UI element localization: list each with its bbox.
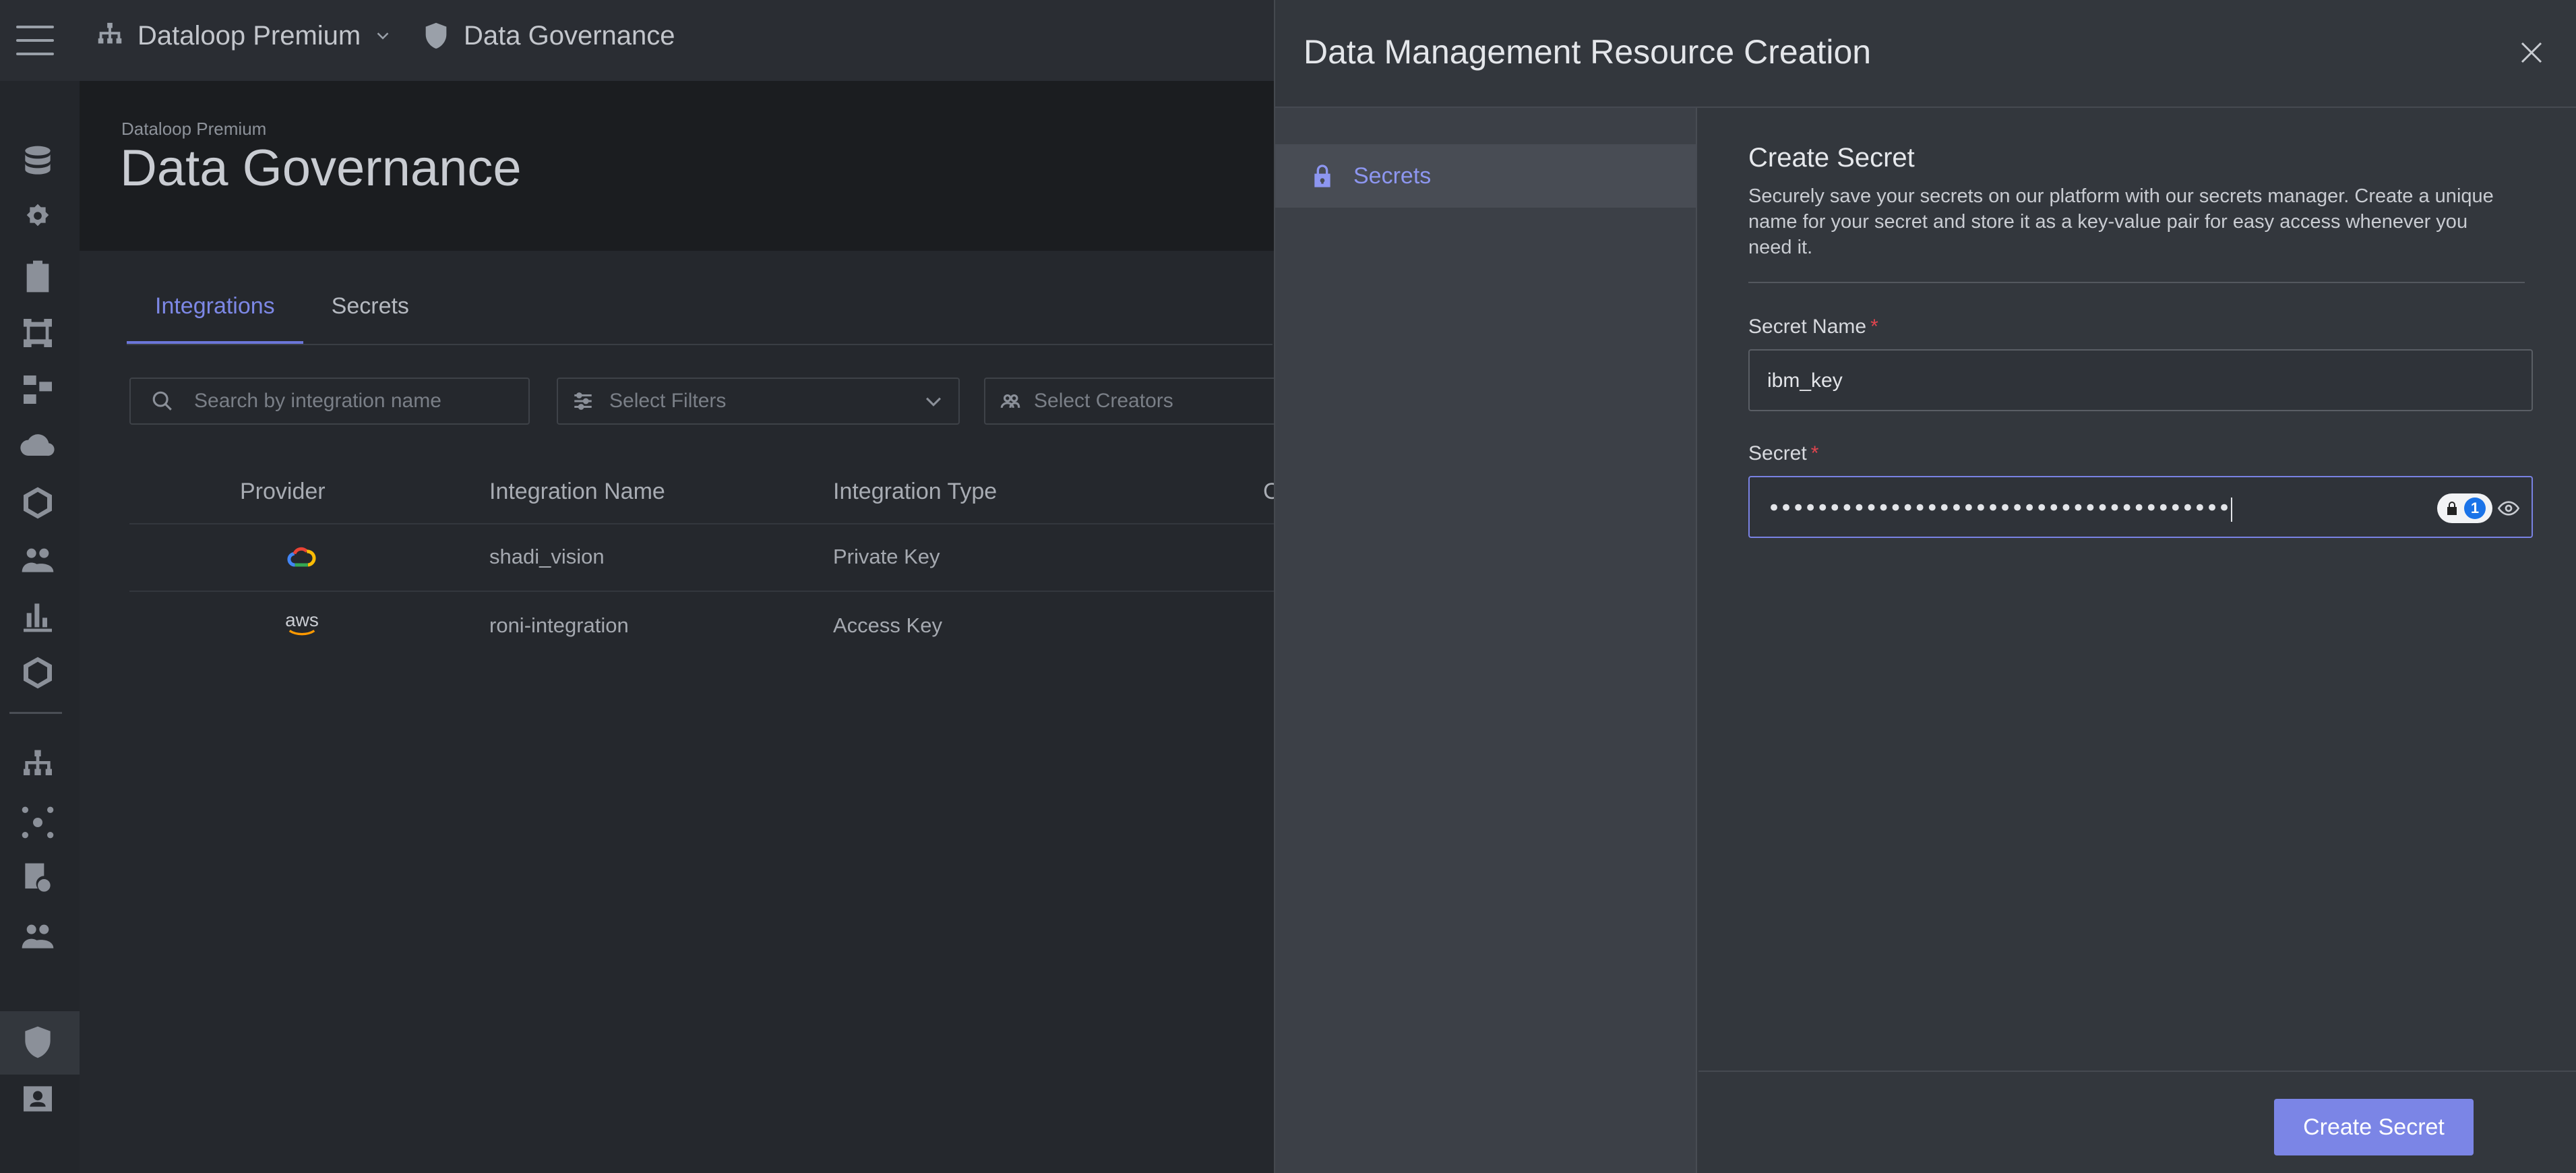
tab-secrets[interactable]: Secrets [303,290,437,344]
sidebar-item-secrets[interactable]: Secrets [1275,144,1697,208]
page-breadcrumb: Dataloop Premium [121,119,267,139]
col-header-integration-name: Integration Name [489,479,665,504]
profile-icon[interactable] [18,1079,58,1119]
members-icon[interactable] [18,915,58,956]
table-divider [129,523,1275,524]
aws-logo-text: aws [285,609,319,630]
row-divider [129,591,1275,592]
create-secret-form: Create Secret Securely save your secrets… [1698,108,2576,1071]
page-tabs: Integrations Secrets [127,290,437,344]
create-secret-button[interactable]: Create Secret [2274,1099,2474,1155]
form-title: Create Secret [1748,143,1915,173]
eye-icon[interactable] [2496,498,2521,519]
search-placeholder: Search by integration name [194,390,441,412]
org-tree-icon [98,22,122,44]
database-icon[interactable] [18,142,58,182]
password-manager-badge[interactable]: 1 [2437,493,2492,523]
filters-select[interactable]: Select Filters [557,378,960,425]
network-icon[interactable] [18,483,58,523]
resource-creation-drawer: Data Management Resource Creation Secret… [1274,0,2576,1173]
integration-name: roni-integration [489,613,629,637]
org-name: Dataloop Premium [137,20,361,51]
page-title: Data Governance [120,140,522,197]
menu-icon[interactable] [16,26,54,55]
aws-smile-icon [288,630,315,636]
lock-icon [1314,164,1330,187]
creators-placeholder: Select Creators [1034,390,1173,412]
sidebar-item-label: Secrets [1353,162,1432,189]
filters-placeholder: Select Filters [609,390,727,412]
creators-select[interactable]: Select Creators [984,378,1281,425]
form-description: Securely save your secrets on our platfo… [1748,185,2494,258]
shield-icon [425,22,447,49]
clipboard-icon[interactable] [18,256,58,297]
integration-type: Access Key [833,613,942,637]
aws-icon: aws [283,609,321,639]
secret-name-label-text: Secret Name [1748,315,1867,338]
section-name: Data Governance [464,20,675,51]
pipeline-icon[interactable] [18,369,58,410]
text-caret [2231,497,2233,522]
secret-name-field[interactable]: ibm_key [1748,349,2533,411]
chevron-down-icon [377,32,389,40]
team-icon[interactable] [18,539,58,580]
form-divider [1748,282,2525,283]
close-icon [2521,42,2542,63]
section-crumb: Data Governance [421,20,675,51]
cloud-icon[interactable] [18,426,58,467]
tabs-underline [127,344,1272,345]
password-manager-icon: 1 [2464,498,2486,519]
drawer-title: Data Management Resource Creation [1304,33,1872,71]
secret-field[interactable]: •••••••••••••••••••••••••••••••••••••• 1 [1748,476,2533,538]
google-cloud-icon [287,547,316,567]
secret-masked-value: •••••••••••••••••••••••••••••••••••••• [1767,495,2233,522]
governance-shield-icon[interactable] [18,1022,58,1062]
integrations-nav-icon[interactable] [18,802,58,843]
secret-label-text: Secret [1748,442,1807,464]
secret-name-label: Secret Name * [1748,315,1878,338]
lock-icon [2447,502,2457,515]
drawer-header: Data Management Resource Creation [1275,0,2576,108]
drawer-footer-divider [1698,1071,2576,1072]
drawer-sidebar: Secrets [1275,108,1697,1173]
chevron-down-icon [925,397,942,407]
integration-name: shadi_vision [489,545,605,568]
required-asterisk: * [1870,315,1878,338]
tab-integrations[interactable]: Integrations [127,290,303,344]
search-document-icon[interactable] [18,859,58,899]
col-header-integration-type: Integration Type [833,479,998,504]
left-nav [0,81,80,1173]
user-settings-icon[interactable] [18,200,58,240]
org-switcher[interactable]: Dataloop Premium [94,20,393,51]
search-icon [152,391,172,411]
close-button[interactable] [2513,34,2550,71]
col-header-provider: Provider [240,479,326,504]
annotation-icon[interactable] [18,313,58,353]
secret-masked-text: •••••••••••••••••••••••••••••••••••••• [1767,495,2231,522]
nav-divider [9,712,62,714]
search-input[interactable]: Search by integration name [129,378,530,425]
secret-name-value: ibm_key [1767,369,1843,392]
secret-label: Secret * [1748,442,1818,465]
required-asterisk: * [1810,442,1819,464]
users-icon [1000,394,1020,409]
org-tree-nav-icon[interactable] [18,746,58,786]
sliders-icon [574,392,592,410]
model-icon[interactable] [18,653,58,693]
analytics-icon[interactable] [18,596,58,636]
integration-type: Private Key [833,545,940,568]
